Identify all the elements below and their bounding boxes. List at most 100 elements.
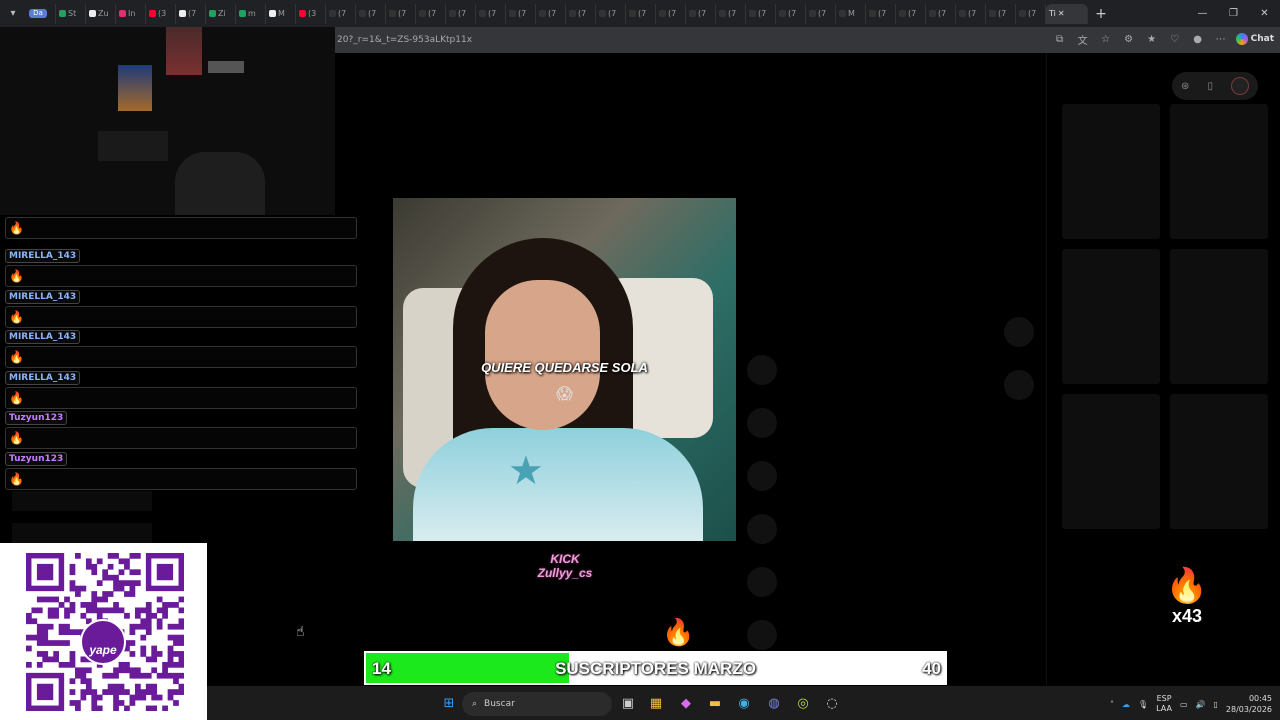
browser-tab[interactable]: Zu: [86, 3, 116, 24]
open-in-app-icon[interactable]: ⧉: [1052, 31, 1068, 47]
browser-tab[interactable]: (7: [956, 3, 986, 24]
favorite-star-icon[interactable]: ☆: [1098, 31, 1114, 47]
browser-tab[interactable]: (7: [866, 3, 896, 24]
video-action-button[interactable]: [747, 567, 777, 597]
tab-active[interactable]: Ti ✕: [1046, 3, 1088, 24]
browser-tab[interactable]: (7: [596, 3, 626, 24]
nav-up-button[interactable]: [1004, 317, 1034, 347]
browser-tab[interactable]: (7: [986, 3, 1016, 24]
browser-tab[interactable]: In: [116, 3, 146, 24]
browser-tab[interactable]: M: [836, 3, 866, 24]
device-icon[interactable]: ▯: [1207, 81, 1213, 92]
video-thumbnail[interactable]: [1170, 394, 1268, 529]
video-action-button[interactable]: [747, 620, 777, 650]
video-action-button[interactable]: [747, 408, 777, 438]
store-icon[interactable]: ▦: [646, 693, 666, 713]
extensions-icon[interactable]: ⚙: [1121, 31, 1137, 47]
minimize-icon[interactable]: —: [1187, 0, 1218, 27]
browser-tab[interactable]: St: [56, 3, 86, 24]
video-action-button[interactable]: [747, 461, 777, 491]
browser-tab[interactable]: (7: [506, 3, 536, 24]
browser-tab[interactable]: (7: [536, 3, 566, 24]
chat-username[interactable]: MIRELLA_143: [5, 370, 81, 385]
browser-tab[interactable]: (7: [716, 3, 746, 24]
browser-tab[interactable]: (7: [326, 3, 356, 24]
browser-essentials-icon[interactable]: ♡: [1167, 31, 1183, 47]
video-thumbnail[interactable]: [1062, 249, 1160, 384]
translate-icon[interactable]: 文: [1075, 31, 1091, 47]
more-menu-icon[interactable]: ⋯: [1213, 31, 1229, 47]
video-thumbnail[interactable]: [1062, 104, 1160, 239]
browser-tab[interactable]: (7: [446, 3, 476, 24]
chat-username[interactable]: MIRELLA_143: [5, 289, 81, 304]
windows-start-icon[interactable]: ⊞: [439, 693, 459, 713]
onedrive-icon[interactable]: ☁: [1122, 700, 1130, 709]
discord-icon[interactable]: ◍: [764, 693, 784, 713]
nav-down-button[interactable]: [1004, 370, 1034, 400]
browser-tab[interactable]: (3: [296, 3, 326, 24]
show-hidden-icons[interactable]: ˄: [1110, 700, 1114, 709]
battery-icon[interactable]: ▯: [1213, 700, 1217, 709]
browser-tab[interactable]: (7: [416, 3, 446, 24]
tiktok-video[interactable]: ★ QUIERE QUEDARSE SOLA 😱: [393, 198, 736, 541]
video-thumbnail[interactable]: [1170, 249, 1268, 384]
edge-browser-icon[interactable]: ◉: [734, 693, 754, 713]
chat-username[interactable]: MIRELLA_143: [5, 330, 81, 345]
browser-tab[interactable]: (7: [626, 3, 656, 24]
tab-favicon: [1019, 10, 1026, 17]
browser-tab[interactable]: (7: [1016, 3, 1046, 24]
task-view-icon[interactable]: ▣: [618, 693, 638, 713]
video-action-button[interactable]: [747, 355, 777, 385]
address-bar[interactable]: 20?_r=1&_t=ZS-953aLKtp11x ⧉ 文 ☆ ⚙ ★ ♡ ● …: [335, 27, 1280, 53]
video-thumbnail[interactable]: [1062, 394, 1160, 529]
restore-icon[interactable]: ❐: [1218, 0, 1249, 27]
tab-close-icon[interactable]: ✕: [1058, 9, 1065, 18]
browser-tab[interactable]: (7: [746, 3, 776, 24]
avatar-icon[interactable]: [1230, 77, 1249, 95]
browser-tab[interactable]: Zi: [206, 3, 236, 24]
address-url[interactable]: 20?_r=1&_t=ZS-953aLKtp11x: [335, 35, 472, 45]
browser-tab[interactable]: (7: [656, 3, 686, 24]
chat-username[interactable]: Tuzyun123: [5, 411, 68, 426]
streamer: [175, 152, 265, 215]
close-window-icon[interactable]: ✕: [1249, 0, 1280, 27]
browser-tab[interactable]: (7: [806, 3, 836, 24]
video-action-button[interactable]: [747, 514, 777, 544]
obs-icon[interactable]: ◌: [822, 693, 842, 713]
profile-icon[interactable]: ●: [1190, 31, 1206, 47]
copilot-app-icon[interactable]: ◆: [676, 693, 696, 713]
settings-icon[interactable]: ⊛: [1181, 81, 1189, 92]
chat-username[interactable]: MIRELLA_143: [5, 249, 81, 263]
browser-tab[interactable]: (7: [356, 3, 386, 24]
browser-tab[interactable]: (7: [686, 3, 716, 24]
browser-tab[interactable]: m: [236, 3, 266, 24]
new-tab-button[interactable]: +: [1088, 6, 1114, 22]
browser-tab[interactable]: (7: [386, 3, 416, 24]
chat-username[interactable]: Tuzyun123: [5, 452, 68, 466]
app-icon[interactable]: ◎: [793, 693, 813, 713]
volume-icon[interactable]: 🔊: [1196, 700, 1206, 709]
browser-tab[interactable]: M: [266, 3, 296, 24]
network-icon[interactable]: ▭: [1180, 700, 1188, 709]
language-indicator[interactable]: ESP LAA: [1156, 694, 1172, 714]
browser-tab[interactable]: (7: [896, 3, 926, 24]
browser-tab[interactable]: (7: [776, 3, 806, 24]
tab-label: (7: [488, 9, 497, 18]
browser-tab[interactable]: (7: [476, 3, 506, 24]
browser-tab[interactable]: (3: [146, 3, 176, 24]
taskbar-search[interactable]: ⌕ Buscar: [462, 692, 612, 716]
tab-favicon: [59, 10, 66, 17]
qr-module: [107, 574, 114, 581]
microphone-icon[interactable]: 🎙: [1138, 700, 1148, 709]
file-explorer-icon[interactable]: ▬: [705, 693, 725, 713]
browser-tab[interactable]: (7: [566, 3, 596, 24]
copilot-chat-button[interactable]: Chat: [1235, 31, 1274, 47]
browser-tab[interactable]: (7: [926, 3, 956, 24]
video-thumbnail[interactable]: [1170, 104, 1268, 239]
tab-first[interactable]: Da: [26, 3, 56, 24]
tab-search-menu-icon[interactable]: ▾: [0, 0, 26, 27]
favorites-icon[interactable]: ★: [1144, 31, 1160, 47]
search-placeholder: Buscar: [484, 699, 515, 709]
browser-tab[interactable]: (7: [176, 3, 206, 24]
clock[interactable]: 00:45 28/03/2026: [1226, 693, 1272, 715]
